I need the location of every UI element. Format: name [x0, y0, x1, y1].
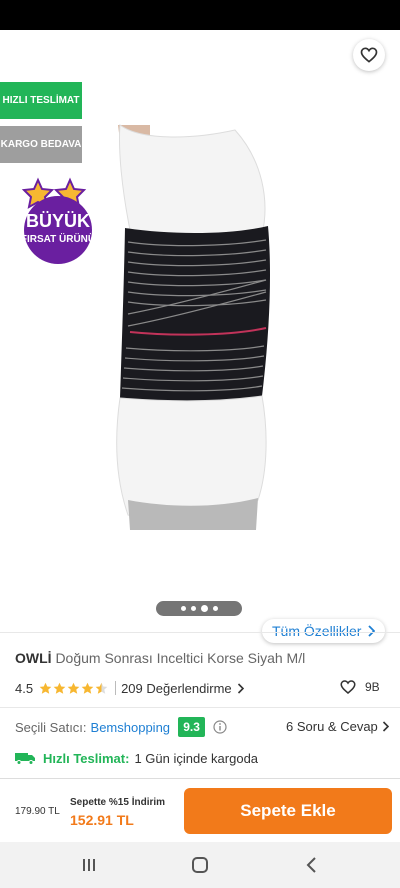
back-button[interactable]: [10, 40, 44, 74]
seller-row: Seçili Satıcı: Bemshopping 9.3: [15, 717, 227, 737]
free-cargo-badge-text: KARGO BEDAVA: [0, 139, 82, 150]
product-brand[interactable]: OWLİ: [15, 650, 52, 666]
share-button[interactable]: [302, 40, 336, 74]
big-deal-badge: BÜYÜK FIRSAT ÜRÜNÜ: [21, 177, 95, 264]
big-deal-line1: BÜYÜK: [26, 211, 90, 231]
back-nav-icon: [306, 857, 316, 873]
heart-icon: [340, 680, 356, 694]
truck-icon: [15, 753, 35, 765]
heart-icon: [360, 47, 378, 63]
divider: [0, 707, 400, 708]
share-icon: [311, 48, 327, 66]
delivery-label: Hızlı Teslimat:: [43, 750, 130, 766]
home-button[interactable]: [185, 852, 215, 878]
all-features-button[interactable]: Tüm Özellikler: [262, 619, 386, 643]
rating-separator: [115, 681, 117, 695]
star-icon: [53, 682, 66, 694]
free-cargo-badge: KARGO BEDAVA: [0, 126, 82, 163]
discounted-price: 152.91 TL: [70, 812, 134, 828]
like-count: 9B: [365, 680, 380, 694]
like-counter[interactable]: 9B: [339, 678, 380, 696]
seller-name[interactable]: Bemshopping: [91, 720, 171, 735]
rating-row: 4.5 209 Değerlendirme: [15, 679, 244, 697]
delivery-text: 1 Gün içinde kargoda: [134, 750, 259, 766]
chevron-right-icon: [382, 721, 389, 732]
fast-delivery-badge-text: HIZLI TESLİMAT: [2, 95, 80, 106]
delivery-row: Hızlı Teslimat: 1 Gün içinde kargoda: [15, 749, 258, 767]
product-title: OWLİ Doğum Sonrası Inceltici Korse Siyah…: [15, 650, 305, 666]
recent-apps-icon: [83, 859, 95, 871]
all-features-label: Tüm Özellikler: [272, 623, 362, 639]
reviews-label: 209 Değerlendirme: [121, 680, 232, 696]
fast-delivery-badge: HIZLI TESLİMAT: [0, 82, 82, 119]
divider: [0, 632, 400, 633]
product-photo: [116, 124, 270, 530]
basket-discount-text: Sepette %15 İndirim: [70, 797, 166, 808]
seller-score-badge: 9.3: [178, 717, 206, 737]
add-to-cart-label: Sepete Ekle: [240, 801, 336, 820]
system-nav-bar: [0, 842, 400, 888]
recent-apps-button[interactable]: [74, 852, 104, 878]
pager-dot: [190, 606, 196, 611]
questions-answers-link[interactable]: 6 Soru & Cevap: [286, 719, 389, 734]
back-arrow-icon: [18, 50, 35, 64]
qa-label: 6 Soru & Cevap: [286, 719, 378, 734]
chevron-right-icon: [237, 682, 244, 694]
rating-stars: [39, 682, 109, 695]
add-to-cart-button[interactable]: Sepete Ekle: [184, 788, 392, 834]
favorite-button[interactable]: [353, 39, 385, 71]
info-icon[interactable]: [213, 720, 227, 734]
star-icon: [81, 682, 94, 694]
pager-dot: [200, 605, 208, 612]
product-name: Doğum Sonrası Inceltici Korse Siyah M/l: [55, 650, 306, 666]
pager-dot: [180, 606, 186, 611]
home-icon: [192, 857, 208, 873]
gallery-pager: [156, 601, 242, 616]
star-icon: [67, 682, 80, 694]
pager-dot: [212, 606, 218, 611]
rating-value: 4.5: [15, 680, 34, 696]
bottom-purchase-bar: 179.90 TL Sepette %15 İndirim 152.91 TL …: [0, 778, 400, 842]
star-icon: [39, 682, 52, 694]
back-nav-button[interactable]: [297, 852, 327, 878]
old-price: 179.90 TL: [15, 806, 60, 817]
star-icon: [95, 682, 108, 694]
seller-label: Seçili Satıcı:: [15, 719, 87, 735]
product-image-gallery[interactable]: [0, 30, 400, 630]
big-deal-line2: FIRSAT ÜRÜNÜ: [21, 232, 95, 245]
status-bar: [0, 0, 400, 30]
chevron-right-icon: [368, 625, 376, 637]
reviews-link[interactable]: 209 Değerlendirme: [121, 681, 244, 696]
